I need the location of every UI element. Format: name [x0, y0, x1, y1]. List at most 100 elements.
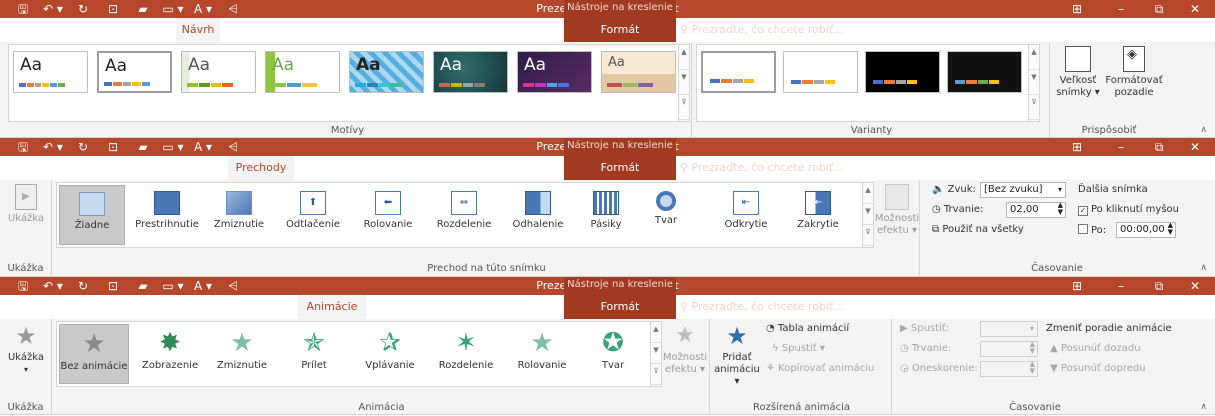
- tell-me-input[interactable]: ♀ Prezraďte, čo chcete robiť...: [680, 18, 844, 42]
- ribbon-display-options-icon[interactable]: ⊞: [1055, 138, 1099, 156]
- sign-in-link[interactable]: Prihlásiť: [1036, 156, 1080, 180]
- animations-gallery-scrollbar[interactable]: ▲ ▼ ⊽: [650, 322, 661, 386]
- after-checkbox[interactable]: Po:: [1078, 224, 1106, 236]
- tab-transitions[interactable]: Prechody: [228, 295, 290, 319]
- delay-spinner[interactable]: ▲ ▼: [980, 361, 1038, 377]
- move-earlier-button[interactable]: ▲ Posunúť dozadu: [1050, 343, 1141, 354]
- effect-options-button[interactable]: ★ Možnosti efektu ▾: [662, 323, 708, 376]
- layout-icon[interactable]: ▭ ▾: [158, 139, 188, 155]
- tab-animations[interactable]: Animácie: [300, 18, 362, 42]
- tab-transitions[interactable]: Prechody: [228, 18, 290, 42]
- animation-pane-button[interactable]: ◔ Tabla animácií: [766, 323, 849, 334]
- animation-fly-in[interactable]: ✯ Prílet: [283, 324, 345, 384]
- close-icon[interactable]: ✕: [1173, 0, 1215, 18]
- transition-cut[interactable]: Prestrihnutie: [129, 185, 205, 245]
- variant-3[interactable]: [865, 51, 940, 93]
- variants-gallery-scrollbar[interactable]: ▲ ▼ ⊽: [1028, 45, 1039, 121]
- undo-icon[interactable]: ↶ ▾: [38, 139, 68, 155]
- animation-painter-button[interactable]: ⚘ Kopírovať animáciu: [766, 363, 874, 374]
- duration-spinner[interactable]: 02,00 ▲ ▼: [1006, 202, 1066, 218]
- apply-to-all-button[interactable]: ⧉ Použiť na všetky: [932, 224, 1024, 235]
- start-dropdown[interactable]: ▾: [980, 321, 1038, 337]
- close-icon[interactable]: ✕: [1173, 277, 1215, 295]
- transition-cover[interactable]: ⇤ Zakrytie: [787, 185, 849, 245]
- close-icon[interactable]: ✕: [1173, 138, 1215, 156]
- tab-file[interactable]: Súbor: [4, 295, 48, 319]
- tab-insert[interactable]: Vložiť: [124, 18, 170, 42]
- transition-reveal[interactable]: Odhalenie: [505, 185, 571, 245]
- tab-animations[interactable]: Animácie: [300, 156, 362, 180]
- tab-design[interactable]: Návrh: [176, 18, 220, 42]
- tab-insert[interactable]: Vložiť: [124, 156, 170, 180]
- animation-float-in[interactable]: ✰ Vplávanie: [355, 324, 425, 384]
- animation-appear[interactable]: ✸ Zobrazenie: [135, 324, 205, 384]
- format-background-button[interactable]: ◈ Formátovať pozadie: [1102, 46, 1166, 99]
- open-icon[interactable]: ▰: [128, 1, 158, 17]
- transition-shape[interactable]: Tvar: [643, 185, 689, 245]
- tab-view[interactable]: Zobraziť: [510, 18, 564, 42]
- tab-file[interactable]: Súbor: [4, 156, 48, 180]
- animation-fade[interactable]: ★ Zmiznutie: [209, 324, 275, 384]
- redo-icon[interactable]: ↻: [68, 139, 98, 155]
- ribbon-display-options-icon[interactable]: ⊞: [1055, 0, 1099, 18]
- sign-in-link[interactable]: Prihlásiť: [1036, 295, 1080, 319]
- ribbon-display-options-icon[interactable]: ⊞: [1055, 277, 1099, 295]
- customize-qat-icon[interactable]: ⩤: [218, 1, 248, 17]
- start-from-beginning-icon[interactable]: ⊡: [98, 139, 128, 155]
- tab-view[interactable]: Zobraziť: [510, 295, 564, 319]
- tab-slide-show[interactable]: Prezentácia: [372, 18, 446, 42]
- add-animation-button[interactable]: ★ Pridať animáciu ▾: [714, 323, 760, 388]
- collapse-ribbon-icon[interactable]: ∧: [1200, 263, 1207, 273]
- save-icon[interactable]: 🖫: [8, 1, 38, 17]
- variant-1[interactable]: [701, 51, 776, 93]
- after-time-spinner[interactable]: 00:00,00 ▲ ▼: [1116, 222, 1176, 238]
- trigger-button[interactable]: ϟ Spustiť ▾: [772, 343, 825, 354]
- start-from-beginning-icon[interactable]: ⊡: [98, 1, 128, 17]
- animation-split[interactable]: ✶ Rozdelenie: [431, 324, 501, 384]
- theme-retrospect[interactable]: Aa: [517, 51, 592, 93]
- tab-file[interactable]: Súbor: [4, 18, 48, 42]
- sign-in-link[interactable]: Prihlásiť: [1036, 18, 1080, 42]
- theme-office[interactable]: Aa: [13, 51, 88, 93]
- animation-wipe[interactable]: ★ Rolovanie: [507, 324, 577, 384]
- redo-icon[interactable]: ↻: [68, 278, 98, 294]
- tab-slide-show[interactable]: Prezentácia: [372, 156, 446, 180]
- tab-review[interactable]: Revízia: [452, 18, 504, 42]
- transition-random-bars[interactable]: Pásiky: [575, 185, 637, 245]
- variant-2[interactable]: [783, 51, 858, 93]
- theme-ion[interactable]: Aa: [349, 51, 424, 93]
- tab-transitions[interactable]: Prechody: [228, 156, 294, 180]
- on-mouse-click-checkbox[interactable]: ✓ Po kliknutí myšou: [1078, 204, 1179, 216]
- tab-home[interactable]: Domov: [62, 295, 114, 319]
- transition-push[interactable]: ⬆ Odtlačenie: [277, 185, 349, 245]
- sound-dropdown[interactable]: [Bez zvuku] ▾: [980, 182, 1066, 198]
- tab-format[interactable]: Formát: [592, 295, 648, 319]
- transition-split[interactable]: ⇔ Rozdelenie: [427, 185, 501, 245]
- font-color-icon[interactable]: A ▾: [188, 278, 218, 294]
- tab-review[interactable]: Revízia: [452, 156, 504, 180]
- tab-format[interactable]: Formát: [592, 18, 648, 42]
- redo-icon[interactable]: ↻: [68, 1, 98, 17]
- tab-animations[interactable]: Animácie: [298, 295, 366, 319]
- transition-uncover[interactable]: ⇤ Odkrytie: [715, 185, 777, 245]
- tab-home[interactable]: Domov: [62, 156, 114, 180]
- transition-none[interactable]: Žiadne: [59, 185, 125, 245]
- slide-size-button[interactable]: Veľkosť snímky ▾: [1054, 46, 1102, 99]
- layout-icon[interactable]: ▭ ▾: [158, 1, 188, 17]
- save-icon[interactable]: 🖫: [8, 278, 38, 294]
- move-later-button[interactable]: ▼ Posunúť dopredu: [1050, 363, 1146, 374]
- undo-icon[interactable]: ↶ ▾: [38, 1, 68, 17]
- open-icon[interactable]: ▰: [128, 278, 158, 294]
- font-color-icon[interactable]: A ▾: [188, 1, 218, 17]
- transitions-gallery-scrollbar[interactable]: ▲ ▼ ⊽: [862, 183, 873, 247]
- tab-design[interactable]: Návrh: [176, 156, 220, 180]
- tell-me-input[interactable]: ♀ Prezraďte, čo chcete robiť...: [680, 295, 844, 319]
- theme-office-2[interactable]: Aa: [97, 51, 172, 93]
- preview-button[interactable]: ▶ Ukážka: [4, 184, 48, 225]
- tab-design[interactable]: Návrh: [176, 295, 220, 319]
- collapse-ribbon-icon[interactable]: ∧: [1200, 125, 1207, 135]
- font-color-icon[interactable]: A ▾: [188, 139, 218, 155]
- layout-icon[interactable]: ▭ ▾: [158, 278, 188, 294]
- save-icon[interactable]: 🖫: [8, 139, 38, 155]
- transition-wipe[interactable]: ⬅ Rolovanie: [353, 185, 423, 245]
